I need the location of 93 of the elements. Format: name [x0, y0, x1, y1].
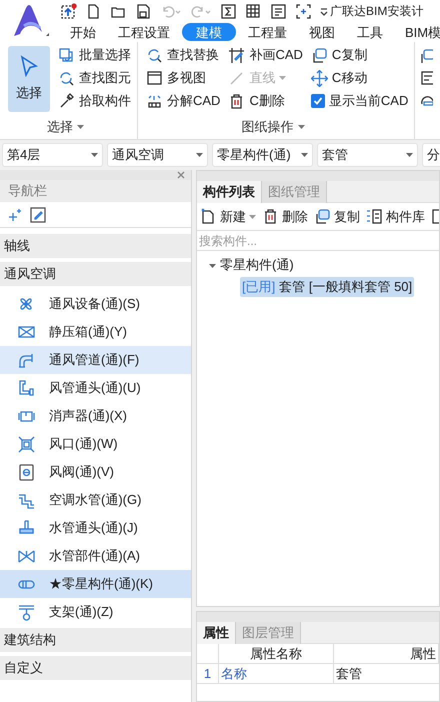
ribbon-button[interactable]: 多视图 [146, 69, 220, 87]
duct-tee-icon [17, 378, 36, 398]
filter-dropdown[interactable]: 分 [422, 143, 440, 167]
customize-toolbar-icon [320, 6, 328, 16]
panel-title: 导航栏 [0, 180, 191, 202]
nav-category[interactable]: 通风空调 [0, 262, 191, 286]
list-panel-icon [270, 2, 287, 20]
search-field[interactable]: 搜索构件... [197, 231, 439, 251]
copy-icon [421, 48, 434, 64]
cursor-icon [20, 55, 38, 78]
line-icon [228, 70, 246, 86]
ribbon-button[interactable]: 补画CAD [228, 46, 303, 64]
sparkle-add-icon [8, 208, 22, 222]
component-name: 套管 [一般填料套管 50] [279, 278, 412, 296]
ribbon-tab[interactable]: 开始 [60, 23, 106, 41]
caret-down-icon [249, 214, 256, 218]
row-number: 1 [197, 664, 219, 684]
pencil-icon [30, 206, 46, 222]
nav-category[interactable]: 自定义 [0, 656, 191, 680]
close-icon [177, 171, 185, 179]
table-cell: 名称 [219, 664, 334, 684]
trash-icon [262, 208, 279, 225]
toolbar-button[interactable]: 新建 [200, 206, 256, 226]
edit-button[interactable] [30, 206, 46, 222]
group-label[interactable]: 图纸操作 [138, 118, 408, 136]
toolbar-button[interactable]: 构件库 [366, 206, 425, 226]
toolbar-button[interactable]: 复制 [314, 206, 360, 226]
ribbon-tab[interactable]: 工程量 [238, 23, 297, 41]
filter-dropdown[interactable]: 零星构件(通) [212, 143, 313, 167]
stack-select-icon [58, 46, 75, 64]
caret-down-icon [406, 153, 413, 157]
copy-icon [310, 46, 328, 64]
filter-dropdown[interactable]: 第4层 [2, 143, 103, 167]
add-button[interactable] [8, 208, 22, 222]
ribbon-button[interactable]: C移动 [310, 69, 408, 87]
show-cad-checkbox[interactable]: 显示当前CAD [310, 92, 408, 110]
nav-item[interactable]: 通风管道(通)(F) [0, 346, 191, 374]
ribbon-button[interactable]: C删除 [228, 92, 303, 110]
nav-category[interactable]: 建筑结构 [0, 628, 191, 652]
tree-node[interactable]: 零星构件(通) [197, 253, 439, 277]
nav-category[interactable]: 轴线 [0, 234, 191, 258]
refresh-search-icon [146, 46, 163, 64]
sum-icon [220, 2, 237, 20]
table-cell[interactable]: 套管 [334, 664, 439, 684]
upload-icon [60, 2, 77, 20]
panel-icon [431, 208, 439, 225]
ribbon-button[interactable]: 查找替换 [146, 46, 220, 64]
caret-down-icon [301, 153, 308, 157]
save-icon [135, 2, 152, 20]
copy-icon [314, 208, 331, 225]
panel-tab[interactable]: 构件列表 [197, 181, 262, 203]
valve-icon [17, 462, 36, 482]
support-icon [17, 602, 36, 622]
caret-down-icon [77, 125, 84, 129]
caret-down-icon [91, 153, 98, 157]
pencil-frame-icon [228, 46, 246, 64]
caret-down-icon [196, 153, 203, 157]
used-tag: [已用] [242, 277, 276, 297]
library-icon [366, 208, 383, 225]
caret-down-icon [209, 262, 216, 268]
window-icon [146, 70, 163, 86]
ribbon-tab[interactable]: 工程设置 [108, 23, 180, 41]
ribbon-button[interactable]: 批量选择 [58, 46, 131, 64]
frame-add-icon [295, 2, 312, 20]
ribbon-tab[interactable]: 工具 [347, 23, 393, 41]
tree-leaf[interactable]: [已用] 套管 [一般填料套管 50] [240, 277, 414, 297]
check-icon [312, 96, 323, 106]
list-panel-icon [421, 70, 434, 86]
filter-dropdown[interactable]: 通风空调 [107, 143, 208, 167]
group-label[interactable]: 选择 [0, 118, 131, 136]
caret-down-icon [298, 125, 305, 129]
filter-dropdown[interactable]: 套管 [317, 143, 418, 167]
explode-icon [146, 92, 163, 110]
table-view-icon [245, 2, 262, 20]
ribbon-button[interactable]: C复制 [310, 46, 408, 64]
select-button[interactable]: 选择 [8, 46, 50, 112]
checkbox[interactable] [310, 94, 325, 108]
ribbon-button[interactable]: 拾取构件 [58, 92, 131, 110]
ribbon-button[interactable]: 分解CAD [146, 92, 220, 110]
move-arrows-icon [310, 70, 328, 86]
toolbar-button[interactable]: 删除 [262, 206, 308, 226]
column-header: 属性 [410, 645, 436, 663]
nav-item[interactable]: ★零星构件(通)(K) [0, 570, 191, 598]
column-header: 属性名称 [250, 645, 302, 663]
eyedropper-icon [58, 92, 75, 110]
ribbon-tab[interactable]: 建模 [182, 23, 236, 41]
refresh-search-icon [58, 70, 75, 86]
dropdown-caret-icon [279, 76, 286, 80]
ribbon-tab[interactable]: 视图 [299, 23, 345, 41]
window-title: 广联达BIM安装计 [330, 3, 424, 20]
panel-tab[interactable]: 属性 [197, 622, 236, 644]
ribbon-button[interactable]: 查找图元 [58, 69, 131, 87]
air-vent-icon [17, 434, 36, 454]
